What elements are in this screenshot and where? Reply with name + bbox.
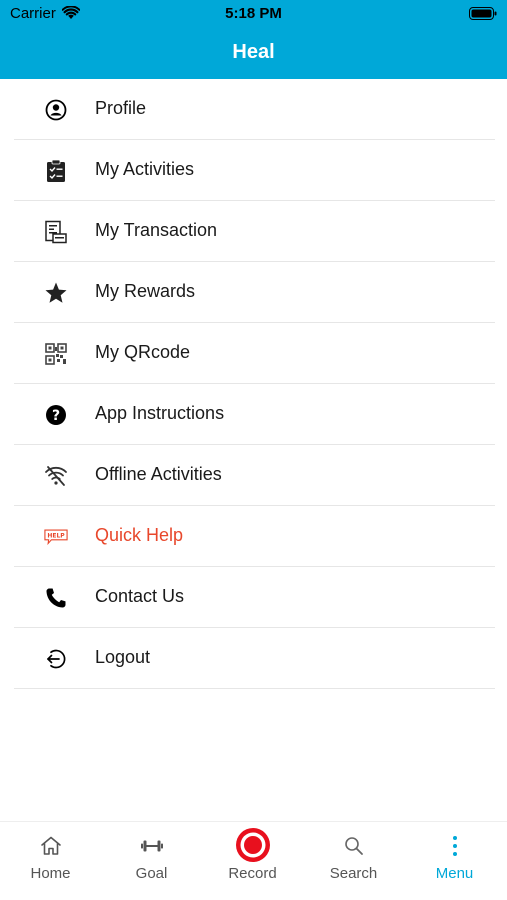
tab-label: Home — [30, 865, 71, 882]
menu-item-my-rewards[interactable]: My Rewards — [0, 262, 507, 323]
help-bubble-icon: HELP — [44, 525, 68, 549]
tab-label: Search — [329, 865, 378, 882]
menu-item-contact-us[interactable]: Contact Us — [0, 567, 507, 628]
tab-label: Goal — [135, 865, 168, 882]
menu-item-offline-activities[interactable]: Offline Activities — [0, 445, 507, 506]
divider — [14, 688, 495, 689]
page-title: Heal — [232, 41, 275, 63]
tab-record[interactable]: Record — [202, 822, 303, 900]
clipboard-icon — [44, 159, 68, 183]
menu-item-logout[interactable]: Logout — [0, 628, 507, 689]
menu-item-app-instructions[interactable]: ? App Instructions — [0, 384, 507, 445]
search-icon — [303, 832, 404, 860]
menu-list: Profile My Activities My Transaction My … — [0, 79, 507, 689]
dumbbell-icon — [101, 832, 202, 860]
phone-icon — [44, 586, 68, 610]
menu-item-label: My Activities — [95, 159, 195, 179]
nav-bar: Heal — [0, 28, 507, 79]
help-badge-text: HELP — [47, 532, 65, 539]
menu-item-label: App Instructions — [95, 403, 225, 423]
battery-icon — [469, 7, 497, 25]
tab-search[interactable]: Search — [303, 822, 404, 900]
qrcode-icon — [44, 342, 68, 366]
menu-item-label: Quick Help — [95, 525, 184, 545]
menu-item-my-transaction[interactable]: My Transaction — [0, 201, 507, 262]
tab-home[interactable]: Home — [0, 822, 101, 900]
menu-item-my-qrcode[interactable]: My QRcode — [0, 323, 507, 384]
tab-bar: Home Goal Record Search Menu — [0, 821, 507, 900]
menu-item-label: Profile — [95, 98, 147, 118]
tab-label: Record — [228, 865, 277, 882]
menu-item-label: Offline Activities — [95, 464, 222, 484]
menu-item-label: Contact Us — [95, 586, 185, 606]
menu-item-my-activities[interactable]: My Activities — [0, 140, 507, 201]
home-icon — [0, 832, 101, 860]
menu-item-label: My QRcode — [95, 342, 191, 362]
record-icon — [202, 827, 303, 863]
star-icon — [44, 281, 68, 305]
wifi-off-icon — [44, 464, 68, 488]
tab-menu[interactable]: Menu — [404, 822, 505, 900]
profile-icon — [44, 98, 68, 122]
status-bar: Carrier 5:18 PM — [0, 0, 507, 28]
menu-item-label: My Rewards — [95, 281, 196, 301]
menu-item-profile[interactable]: Profile — [0, 79, 507, 140]
logout-icon — [44, 647, 68, 671]
receipt-icon — [44, 220, 68, 244]
status-time: 5:18 PM — [225, 5, 282, 22]
tab-goal[interactable]: Goal — [101, 822, 202, 900]
menu-item-label: Logout — [95, 647, 151, 667]
menu-item-label: My Transaction — [95, 220, 218, 240]
more-vertical-icon — [404, 832, 505, 860]
menu-item-quick-help[interactable]: HELP Quick Help — [0, 506, 507, 567]
question-icon: ? — [44, 403, 68, 427]
tab-label: Menu — [435, 865, 474, 882]
svg-text:?: ? — [52, 408, 60, 424]
